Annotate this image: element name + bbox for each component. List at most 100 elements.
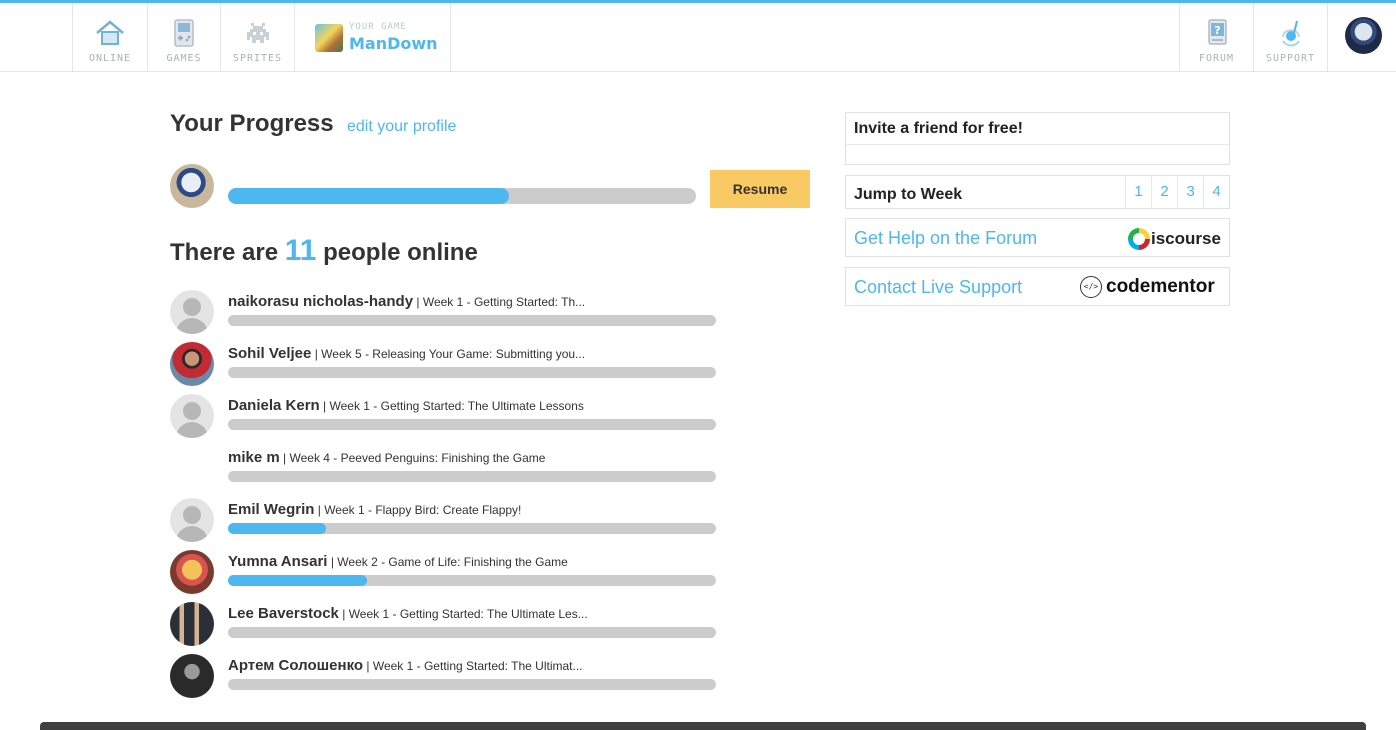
online-prefix: There are	[170, 239, 279, 266]
online-user-row[interactable]: mike m | Week 4 - Peeved Penguins: Finis…	[170, 446, 730, 494]
game-thumbnail	[315, 24, 343, 52]
invite-panel: Invite a friend for free!	[845, 112, 1230, 165]
online-user-row[interactable]: Артем Солошенко | Week 1 - Getting Start…	[170, 654, 730, 702]
jump-title: Jump to Week	[854, 186, 963, 203]
user-line: Артем Солошенко | Week 1 - Getting Start…	[228, 657, 582, 674]
user-line: Emil Wegrin | Week 1 - Flappy Bird: Crea…	[228, 501, 521, 518]
online-user-row[interactable]: Daniela Kern | Week 1 - Getting Started:…	[170, 394, 730, 442]
user-status: | Week 2 - Game of Life: Finishing the G…	[330, 555, 568, 569]
user-line: mike m | Week 4 - Peeved Penguins: Finis…	[228, 449, 545, 466]
user-line: Daniela Kern | Week 1 - Getting Started:…	[228, 397, 584, 414]
user-status: | Week 1 - Getting Started: Th...	[416, 295, 586, 309]
nav-support[interactable]: SUPPORT	[1253, 3, 1327, 71]
online-user-row[interactable]: Yumna Ansari | Week 2 - Game of Life: Fi…	[170, 550, 730, 598]
user-avatar[interactable]	[1345, 17, 1382, 54]
user-name[interactable]: naikorasu nicholas-handy	[228, 293, 413, 310]
jump-to-week-panel: Jump to Week 1 2 3 4	[845, 175, 1230, 209]
nav-sprites-label: SPRITES	[232, 53, 283, 64]
online-heading: There are 11 people online	[170, 234, 478, 268]
user-progress-fill	[228, 523, 326, 534]
nav-games[interactable]: GAMES	[147, 3, 220, 71]
user-avatar-photo	[170, 550, 214, 594]
user-avatar-generic	[170, 498, 214, 542]
user-name[interactable]: Sohil Veljee	[228, 345, 311, 362]
online-user-row[interactable]: Emil Wegrin | Week 1 - Flappy Bird: Crea…	[170, 498, 730, 546]
online-user-row[interactable]: naikorasu nicholas-handy | Week 1 - Gett…	[170, 290, 730, 338]
forum-link[interactable]: Get Help on the Forum	[854, 228, 1037, 249]
user-name[interactable]: Yumna Ansari	[228, 553, 327, 570]
forum-panel[interactable]: Get Help on the Forum iscourse	[845, 218, 1230, 257]
codementor-logo: </> codementor	[1080, 276, 1215, 298]
user-progress-bar	[228, 315, 716, 326]
edit-profile-link[interactable]: edit your profile	[347, 118, 456, 136]
user-status: | Week 1 - Getting Started: The Ultimate…	[342, 607, 588, 621]
support-link[interactable]: Contact Live Support	[854, 277, 1022, 298]
user-status: | Week 1 - Getting Started: The Ultimat.…	[366, 659, 583, 673]
nav-profile[interactable]	[1327, 3, 1396, 71]
nav-support-label: SUPPORT	[1265, 53, 1316, 64]
user-name[interactable]: Emil Wegrin	[228, 501, 314, 518]
user-avatar-photo	[170, 342, 214, 386]
nav-games-label: GAMES	[166, 53, 202, 64]
user-progress-bar	[228, 523, 716, 534]
user-progress-fill	[228, 575, 368, 586]
user-progress-bar	[228, 575, 716, 586]
current-game[interactable]: YOUR GAME ManDown	[294, 3, 451, 71]
headset-icon	[1281, 20, 1300, 47]
user-avatar-photo	[170, 602, 214, 646]
code-icon: </>	[1080, 276, 1102, 298]
user-avatar-generic	[170, 290, 214, 334]
svg-text:?: ?	[1214, 24, 1220, 37]
discourse-icon	[1128, 228, 1150, 250]
user-status: | Week 1 - Getting Started: The Ultimate…	[323, 399, 584, 413]
user-line: Sohil Veljee | Week 5 - Releasing Your G…	[228, 345, 585, 362]
game-caption: YOUR GAME	[349, 22, 407, 32]
space-invader-icon	[246, 23, 269, 43]
user-avatar-photo	[170, 654, 214, 698]
user-progress-bar	[228, 627, 716, 638]
top-navbar: ONLINE GAMES SPRITES YOUR GAME ManDown ?…	[0, 3, 1396, 72]
nav-forum[interactable]: ? FORUM	[1179, 3, 1253, 71]
user-name[interactable]: Lee Baverstock	[228, 605, 339, 622]
nav-forum-label: FORUM	[1198, 53, 1235, 64]
user-status: | Week 1 - Flappy Bird: Create Flappy!	[317, 503, 522, 517]
user-progress-bar	[228, 471, 716, 482]
user-name[interactable]: Daniela Kern	[228, 397, 320, 414]
week-link-4[interactable]: 4	[1203, 176, 1229, 208]
forum-question-icon: ?	[1207, 19, 1227, 45]
user-line: naikorasu nicholas-handy | Week 1 - Gett…	[228, 293, 585, 310]
user-progress-bar	[228, 419, 716, 430]
user-progress-bar	[228, 367, 716, 378]
online-count: 11	[284, 234, 317, 267]
my-progress-bar	[228, 188, 696, 204]
support-panel[interactable]: Contact Live Support </> codementor	[845, 267, 1230, 306]
week-link-3[interactable]: 3	[1177, 176, 1203, 208]
online-suffix: people online	[323, 239, 478, 266]
resume-button[interactable]: Resume	[710, 170, 810, 208]
home-icon	[96, 20, 124, 45]
user-name[interactable]: mike m	[228, 449, 280, 466]
user-line: Yumna Ansari | Week 2 - Game of Life: Fi…	[228, 553, 568, 570]
user-name[interactable]: Артем Солошенко	[228, 657, 363, 674]
nav-sprites[interactable]: SPRITES	[220, 3, 294, 71]
online-user-row[interactable]: Sohil Veljee | Week 5 - Releasing Your G…	[170, 342, 730, 390]
user-status: | Week 4 - Peeved Penguins: Finishing th…	[283, 451, 546, 465]
invite-title: Invite a friend for free!	[854, 120, 1023, 137]
user-status: | Week 5 - Releasing Your Game: Submitti…	[314, 347, 586, 361]
invite-divider	[846, 144, 1229, 145]
discourse-wordmark: iscourse	[1151, 229, 1221, 248]
game-name: ManDown	[349, 34, 438, 53]
week-link-1[interactable]: 1	[1125, 176, 1151, 208]
my-avatar	[170, 164, 214, 208]
nav-online-label: ONLINE	[88, 53, 132, 64]
my-progress-fill	[228, 188, 509, 204]
bottom-scroll-edge	[40, 722, 1366, 730]
page-title: Your Progress	[170, 110, 334, 137]
online-user-row[interactable]: Lee Baverstock | Week 1 - Getting Starte…	[170, 602, 730, 650]
user-progress-bar	[228, 679, 716, 690]
gameboy-icon	[174, 19, 194, 47]
user-avatar-generic	[170, 394, 214, 438]
nav-online[interactable]: ONLINE	[72, 3, 147, 71]
discourse-logo: iscourse	[1128, 227, 1221, 251]
week-link-2[interactable]: 2	[1151, 176, 1177, 208]
